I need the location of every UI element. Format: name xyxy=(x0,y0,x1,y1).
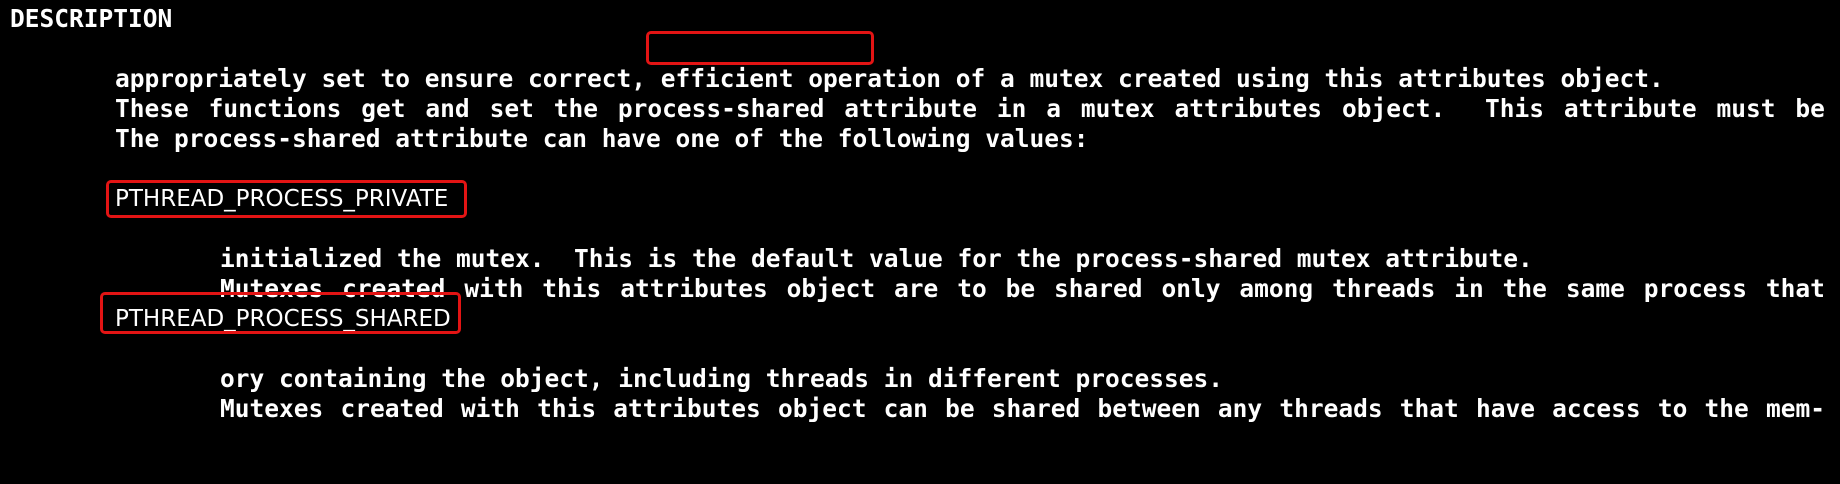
word: and xyxy=(425,94,470,123)
word: be xyxy=(945,394,975,423)
word: threads xyxy=(1279,394,1383,423)
word: object xyxy=(777,394,867,423)
values-intro: The process-shared attribute can have on… xyxy=(115,124,1089,153)
word: get xyxy=(361,94,406,123)
word: have xyxy=(1475,394,1535,423)
description-line-2: appropriately set to ensure correct, eff… xyxy=(115,64,1664,93)
word: process xyxy=(1643,274,1748,303)
word: in xyxy=(1454,274,1484,303)
word: with xyxy=(460,394,520,423)
word: Mutexes xyxy=(220,394,324,423)
word: that xyxy=(1765,274,1825,303)
word: shared xyxy=(1054,274,1143,303)
word: access xyxy=(1552,394,1641,423)
word: These xyxy=(115,94,189,123)
shared-description-line-2: ory containing the object, including thr… xyxy=(220,364,1224,393)
man-page-terminal: DESCRIPTION These functions get and set the pr… xyxy=(0,0,1840,423)
word: are xyxy=(894,274,939,303)
word: attributes xyxy=(620,274,768,303)
word: same xyxy=(1565,274,1625,303)
word: the xyxy=(553,94,598,123)
word: in xyxy=(996,94,1027,123)
word: mem- xyxy=(1765,394,1825,423)
word: between xyxy=(1097,394,1201,423)
highlight-pthread-process-private xyxy=(106,180,467,218)
word: with xyxy=(464,274,524,303)
word: object. xyxy=(1341,94,1446,123)
word: the xyxy=(1502,274,1547,303)
word: must xyxy=(1716,94,1776,123)
word: functions xyxy=(208,94,342,123)
word: to xyxy=(1657,394,1688,423)
word: be xyxy=(1005,274,1036,303)
word: to xyxy=(957,274,987,303)
shared-description-line-1: Mutexes created with this attributes object ca… xyxy=(220,334,1825,484)
word: attributes xyxy=(1174,94,1323,123)
private-description-line-2: initialized the mutex. This is the defau… xyxy=(220,244,1533,273)
description-line-1: These functions get and set the process-shared… xyxy=(115,34,1825,184)
section-heading: DESCRIPTION xyxy=(10,4,173,33)
word: attributes xyxy=(613,394,761,423)
word: only xyxy=(1161,274,1221,303)
word: any xyxy=(1217,394,1263,423)
word: the xyxy=(1704,394,1749,423)
word: among xyxy=(1239,274,1314,303)
word: a xyxy=(1046,94,1062,123)
word: threads xyxy=(1332,274,1436,303)
word: can xyxy=(883,394,928,423)
word: object xyxy=(786,274,876,303)
word: This xyxy=(1484,94,1544,123)
word: be xyxy=(1795,94,1825,123)
word: shared xyxy=(991,394,1081,423)
word: attribute xyxy=(844,94,977,123)
word: set xyxy=(489,94,534,123)
highlight-process-shared xyxy=(646,31,874,65)
word: mutex xyxy=(1080,94,1155,123)
highlighted-term: process-shared xyxy=(617,94,825,123)
word: attribute xyxy=(1563,94,1697,123)
highlight-pthread-process-shared xyxy=(100,292,461,334)
word: this xyxy=(542,274,602,303)
word: this xyxy=(537,394,597,423)
word: that xyxy=(1399,394,1459,423)
word: created xyxy=(340,394,444,423)
